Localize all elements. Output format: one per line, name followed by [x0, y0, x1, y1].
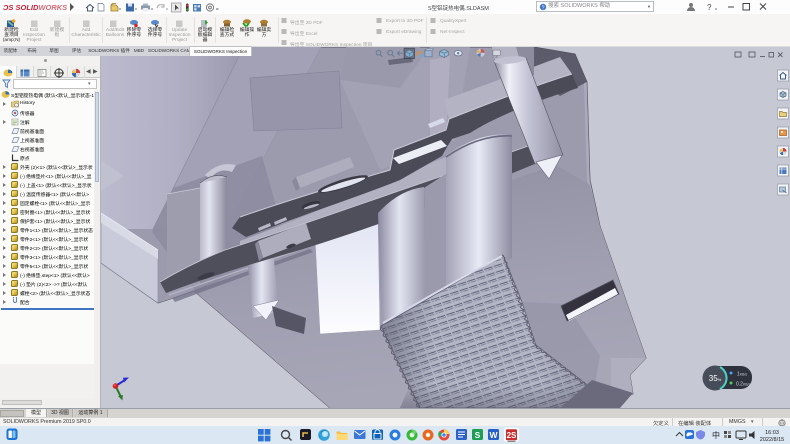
svg-text:?: ? — [707, 3, 712, 12]
svg-text:2S: 2S — [507, 431, 517, 440]
svg-text:W: W — [489, 430, 498, 440]
svg-text:中: 中 — [712, 430, 720, 440]
svg-text:16:03: 16:03 — [765, 430, 779, 436]
svg-text:S: S — [475, 430, 481, 440]
svg-text:?: ? — [541, 5, 544, 11]
svg-text:2022/8/15: 2022/8/15 — [760, 437, 784, 443]
